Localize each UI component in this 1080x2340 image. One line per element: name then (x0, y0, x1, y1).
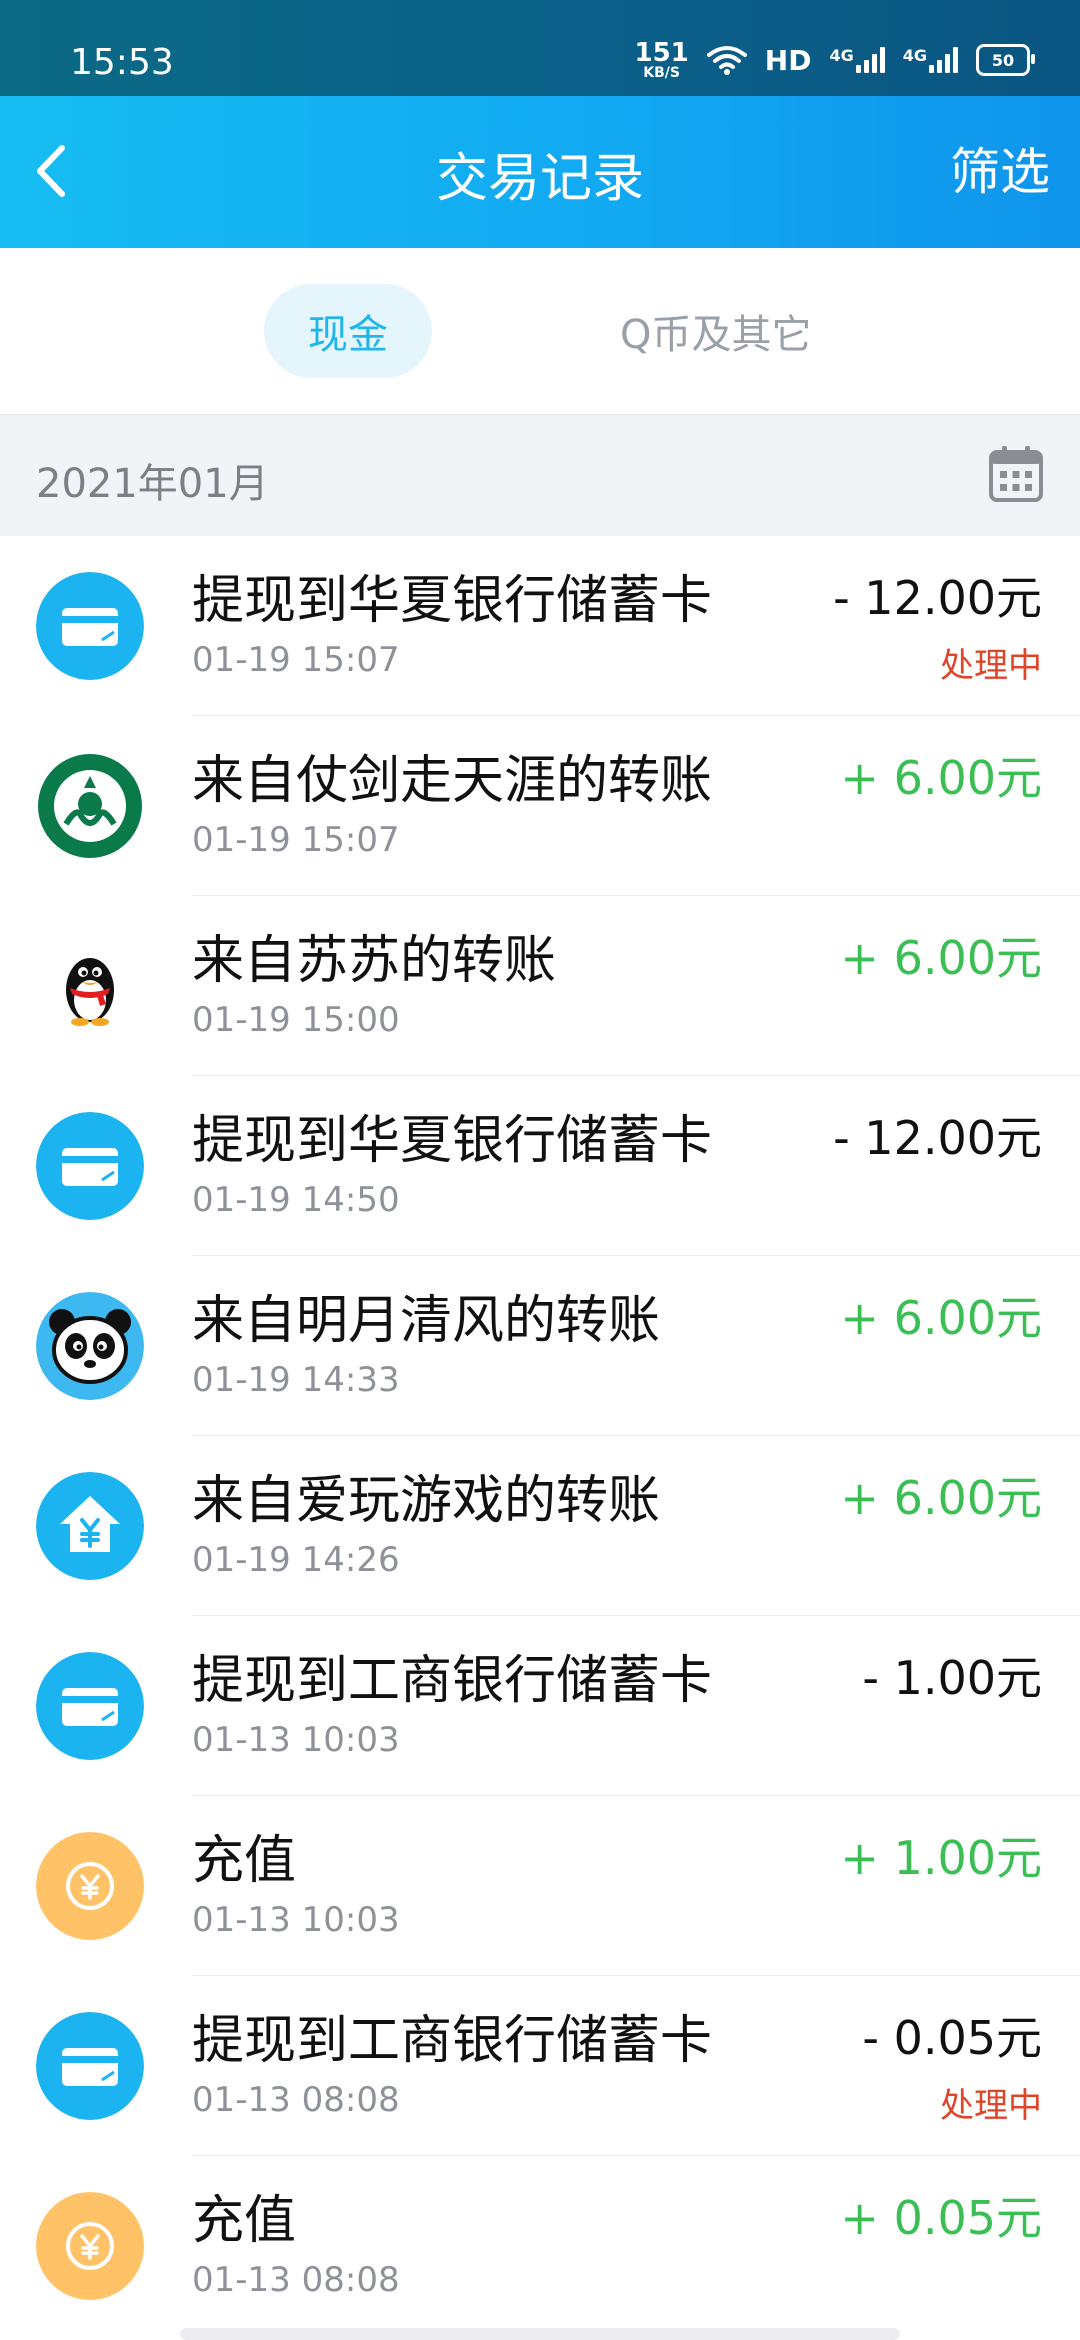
page-title: 交易记录 (435, 149, 644, 209)
month-label: 2021年01月 (36, 461, 269, 507)
starbucks-avatar-icon (36, 752, 144, 860)
transaction-amount: + 1.00元 (840, 1831, 1042, 1885)
yen-coin-icon (36, 1832, 144, 1940)
signal-bars-icon (929, 47, 958, 73)
transaction-amount: - 12.00元 (833, 1111, 1042, 1165)
transaction-amount: + 6.00元 (840, 1471, 1042, 1525)
transaction-amount: + 6.00元 (840, 931, 1042, 985)
status-processing: 处理中 (940, 2086, 1042, 2126)
yen-coin-icon (36, 2192, 144, 2300)
chevron-left-icon (37, 145, 65, 197)
transaction-time: 01-19 14:26 (192, 1540, 400, 1580)
sim2-signal: 4G (902, 46, 958, 73)
signal-bars-icon (855, 47, 885, 73)
transaction-row[interactable]: 来自爱玩游戏的转账 01-19 14:26 + 6.00元 (0, 1436, 1080, 1616)
transaction-title: 来自明月清风的转账 (192, 1291, 661, 1351)
nav-bar: 交易记录 筛选 (0, 96, 1080, 248)
transaction-amount: - 1.00元 (862, 1651, 1042, 1705)
panda-avatar-icon (36, 1292, 144, 1400)
transaction-time: 01-19 14:50 (192, 1180, 400, 1220)
battery-level: 50 (991, 50, 1015, 70)
transaction-title: 来自苏苏的转账 (192, 931, 557, 991)
transaction-row[interactable]: 提现到工商银行储蓄卡 01-13 10:03 - 1.00元 (0, 1616, 1080, 1796)
network-speed: 151 KB/S (635, 40, 689, 80)
calendar-icon (989, 446, 1043, 502)
transaction-title: 提现到华夏银行储蓄卡 (192, 1111, 713, 1171)
transaction-row[interactable]: 充值 01-13 08:08 + 0.05元 (0, 2156, 1080, 2336)
header: 15:53 151 KB/S HD 4G 4G 50 交易记录 筛选 (0, 0, 1080, 248)
tab-cash[interactable]: 现金 (264, 284, 432, 378)
transaction-row[interactable]: 提现到工商银行储蓄卡 01-13 08:08 - 0.05元 处理中 (0, 1976, 1080, 2156)
transaction-row[interactable]: 提现到华夏银行储蓄卡 01-19 15:07 - 12.00元 处理中 (0, 536, 1080, 716)
transaction-row[interactable]: 提现到华夏银行储蓄卡 01-19 14:50 - 12.00元 (0, 1076, 1080, 1256)
transaction-amount: - 0.05元 (862, 2011, 1042, 2065)
transaction-time: 01-13 08:08 (192, 2080, 400, 2120)
transaction-time: 01-19 15:07 (192, 640, 400, 680)
tab-bar: 现金 Q币及其它 (0, 248, 1080, 414)
calendar-button[interactable] (988, 445, 1044, 503)
transaction-row[interactable]: 来自明月清风的转账 01-19 14:33 + 6.00元 (0, 1256, 1080, 1436)
transaction-list: 提现到华夏银行储蓄卡 01-19 15:07 - 12.00元 处理中 来自仗剑… (0, 536, 1080, 2336)
transaction-title: 来自仗剑走天涯的转账 (192, 751, 713, 811)
back-button[interactable] (22, 136, 92, 206)
network-speed-unit: KB/S (643, 65, 680, 81)
transaction-title: 提现到工商银行储蓄卡 (192, 2011, 713, 2071)
transaction-row[interactable]: 来自苏苏的转账 01-19 15:00 + 6.00元 (0, 896, 1080, 1076)
bank-card-icon (36, 572, 144, 680)
transaction-time: 01-19 15:07 (192, 820, 400, 860)
transaction-title: 提现到工商银行储蓄卡 (192, 1651, 713, 1711)
transaction-time: 01-13 08:08 (192, 2260, 400, 2300)
status-bar: 15:53 151 KB/S HD 4G 4G 50 (0, 0, 1080, 96)
transaction-time: 01-13 10:03 (192, 1720, 400, 1760)
transaction-title: 来自爱玩游戏的转账 (192, 1471, 661, 1531)
qq-penguin-avatar-icon (36, 932, 144, 1040)
transaction-row[interactable]: 充值 01-13 10:03 + 1.00元 (0, 1796, 1080, 1976)
transaction-title: 提现到华夏银行储蓄卡 (192, 571, 713, 631)
home-yen-icon (36, 1472, 144, 1580)
scroll-hint-bar (180, 2328, 900, 2340)
transaction-amount: + 6.00元 (840, 751, 1042, 805)
transaction-time: 01-19 14:33 (192, 1360, 400, 1400)
hd-label: HD (764, 43, 812, 77)
battery-icon: 50 (976, 44, 1035, 76)
transaction-title: 充值 (192, 1831, 297, 1891)
bank-card-icon (36, 1112, 144, 1220)
sim1-network-label: 4G (829, 46, 854, 65)
transaction-amount: + 6.00元 (840, 1291, 1042, 1345)
transaction-amount: - 12.00元 (833, 571, 1042, 625)
status-processing: 处理中 (940, 646, 1042, 686)
transaction-time: 01-19 15:00 (192, 1000, 400, 1040)
sim1-signal: 4G (829, 46, 885, 73)
bank-card-icon (36, 2012, 144, 2120)
transaction-row[interactable]: 来自仗剑走天涯的转账 01-19 15:07 + 6.00元 (0, 716, 1080, 896)
status-time: 15:53 (70, 42, 174, 83)
transaction-time: 01-13 10:03 (192, 1900, 400, 1940)
transaction-title: 充值 (192, 2191, 297, 2251)
month-header: 2021年01月 (0, 414, 1080, 536)
bank-card-icon (36, 1652, 144, 1760)
tab-qcoin-other[interactable]: Q币及其它 (620, 284, 811, 378)
filter-button[interactable]: 筛选 (950, 132, 1050, 204)
network-speed-value: 151 (634, 38, 689, 68)
sim2-network-label: 4G (902, 46, 927, 65)
transaction-amount: + 0.05元 (840, 2191, 1042, 2245)
status-icons: 151 KB/S HD 4G 4G 50 (635, 40, 1035, 80)
wifi-icon (706, 46, 747, 75)
